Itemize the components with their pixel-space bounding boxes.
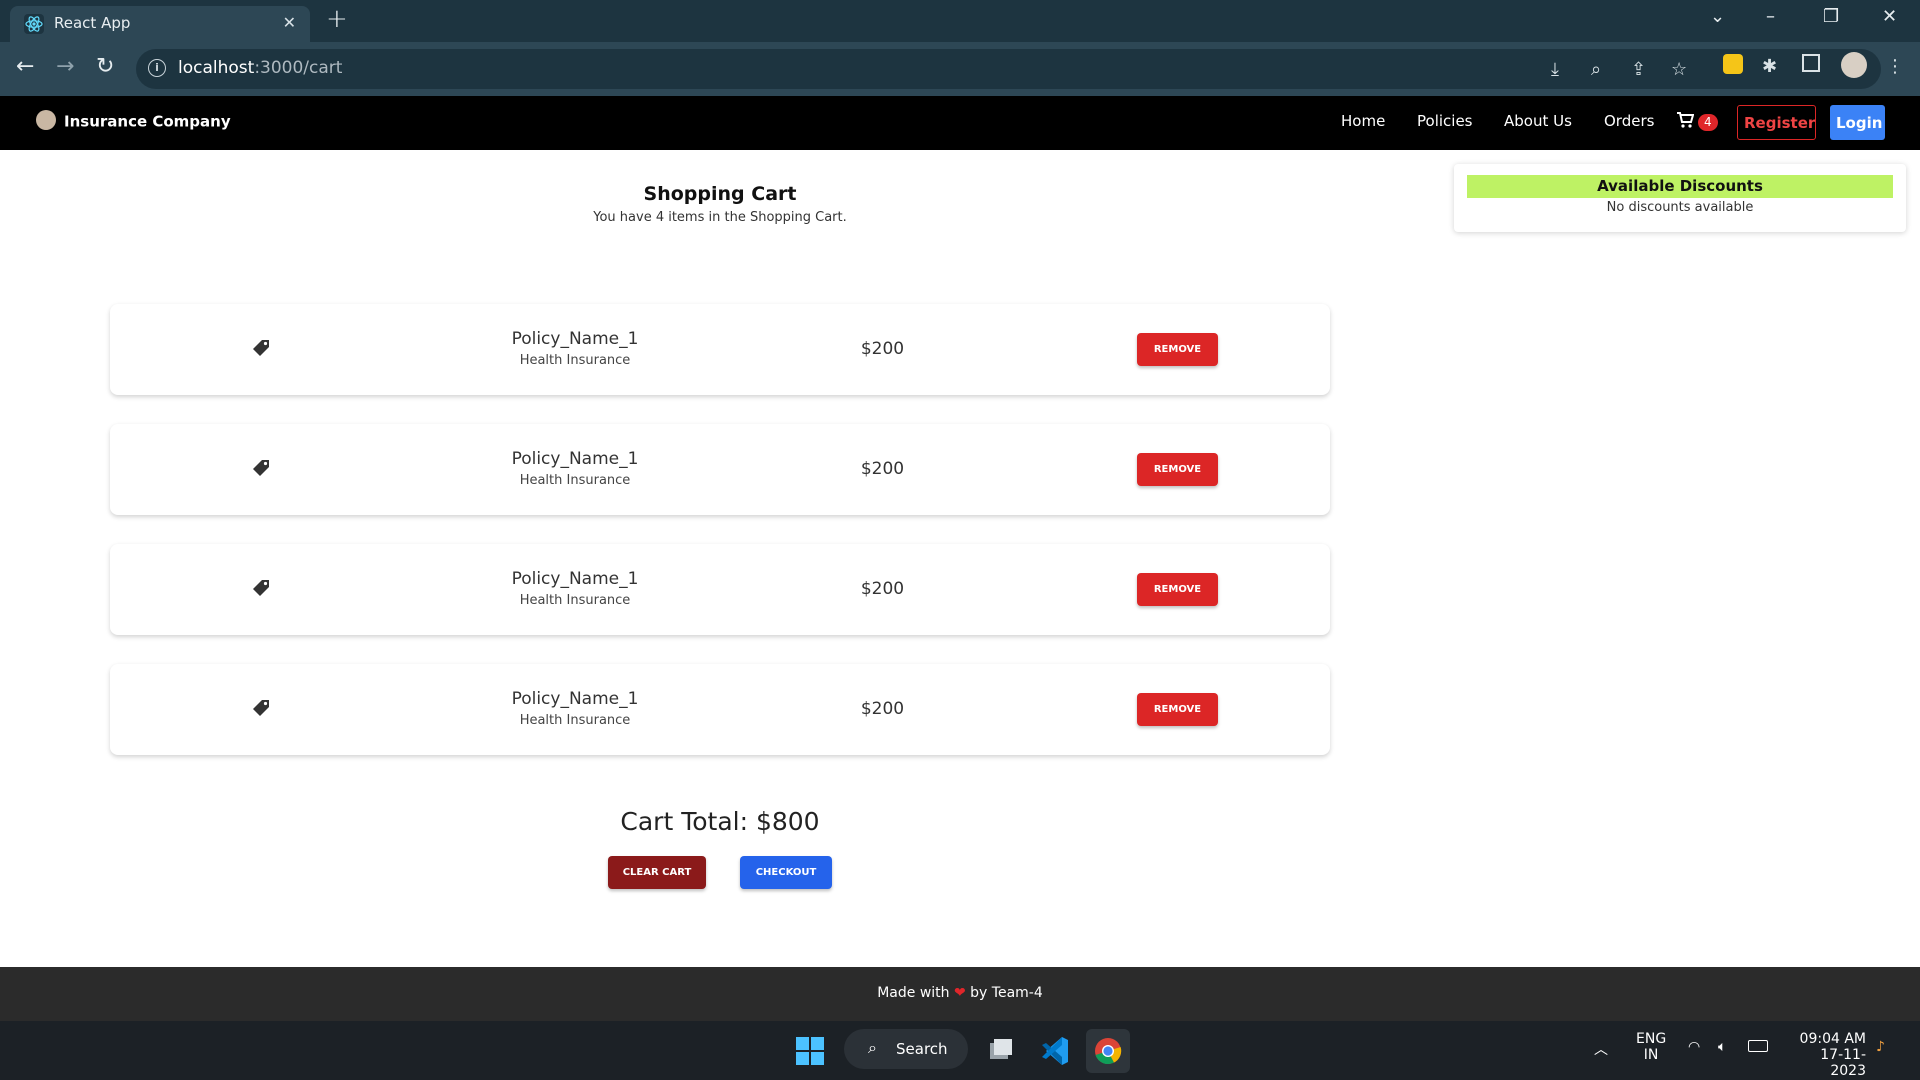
footer-by: by Team-4 — [970, 985, 1043, 1001]
windows-start-icon[interactable] — [796, 1037, 824, 1065]
remove-button[interactable]: REMOVE — [1137, 693, 1218, 726]
page-footer: Made with ❤ by Team-4 — [0, 967, 1920, 1021]
remove-button[interactable]: REMOVE — [1137, 333, 1218, 366]
close-tab-icon[interactable]: ✕ — [283, 13, 296, 32]
notification-bell-icon[interactable]: ♪ — [1876, 1039, 1885, 1055]
bookmark-star-icon[interactable]: ☆ — [1671, 59, 1687, 80]
checkout-button[interactable]: CHECKOUT — [740, 856, 832, 889]
clear-cart-button[interactable]: CLEAR CART — [608, 856, 706, 889]
extension-badge-icon[interactable] — [1723, 54, 1743, 74]
policy-price: $200 — [860, 699, 905, 719]
policy-type: Health Insurance — [519, 713, 631, 728]
company-logo-icon — [36, 110, 56, 130]
profile-avatar[interactable] — [1841, 52, 1867, 78]
remove-button[interactable]: REMOVE — [1137, 573, 1218, 606]
chrome-icon[interactable] — [1086, 1029, 1130, 1073]
taskbar-search[interactable]: ⌕ Search — [844, 1029, 968, 1069]
language-code: ENG — [1636, 1031, 1667, 1047]
nav-home[interactable]: Home — [1341, 112, 1385, 130]
cart-item: Policy_Name_1 Health Insurance $200 REMO… — [110, 664, 1330, 755]
search-icon: ⌕ — [868, 1038, 877, 1057]
browser-toolbar: ← → ↻ i localhost:3000/cart ⤓ ⌕ ⇪ ☆ ✱ ⋮ — [0, 42, 1920, 96]
page-title: Shopping Cart — [643, 183, 797, 205]
cart-count-badge: 4 — [1698, 114, 1718, 131]
clock[interactable]: 09:04 AM 17-11-2023 — [1788, 1031, 1866, 1079]
cart-subtitle: You have 4 items in the Shopping Cart. — [593, 210, 847, 225]
heart-icon: ❤ — [953, 985, 966, 1001]
zoom-icon[interactable]: ⌕ — [1591, 59, 1601, 80]
minimize-icon[interactable]: – — [1766, 6, 1775, 27]
tag-icon — [253, 700, 269, 716]
discounts-title: Available Discounts — [1467, 175, 1893, 198]
app-navbar: Insurance Company Home Policies About Us… — [0, 96, 1920, 150]
taskbar-search-label: Search — [896, 1040, 948, 1058]
policy-type: Health Insurance — [519, 353, 631, 368]
clock-date: 17-11-2023 — [1820, 1047, 1866, 1079]
discounts-message: No discounts available — [1606, 200, 1754, 215]
policy-name: Policy_Name_1 — [511, 689, 639, 709]
policy-name: Policy_Name_1 — [511, 569, 639, 589]
forward-icon[interactable]: → — [56, 54, 74, 79]
new-tab-icon[interactable]: + — [326, 4, 348, 34]
clock-time: 09:04 AM — [1799, 1031, 1866, 1047]
tag-icon — [253, 460, 269, 476]
battery-icon[interactable] — [1748, 1040, 1768, 1052]
policy-price: $200 — [860, 459, 905, 479]
cart-item: Policy_Name_1 Health Insurance $200 REMO… — [110, 424, 1330, 515]
brand-name: Insurance Company — [64, 112, 231, 131]
cart-item: Policy_Name_1 Health Insurance $200 REMO… — [110, 544, 1330, 635]
language-region: IN — [1643, 1047, 1659, 1063]
react-icon — [24, 14, 44, 34]
cart-total: Cart Total: $800 — [620, 807, 820, 836]
tab-title: React App — [54, 14, 131, 32]
discounts-panel: Available Discounts No discounts availab… — [1454, 164, 1906, 232]
policy-name: Policy_Name_1 — [511, 329, 639, 349]
language-indicator[interactable]: ENG IN — [1636, 1031, 1666, 1063]
vscode-icon[interactable] — [1032, 1029, 1076, 1073]
site-info-icon[interactable]: i — [148, 59, 166, 77]
policy-price: $200 — [860, 579, 905, 599]
close-window-icon[interactable]: ✕ — [1882, 6, 1897, 27]
back-icon[interactable]: ← — [16, 54, 34, 79]
install-icon[interactable]: ⤓ — [1551, 59, 1559, 80]
share-icon[interactable]: ⇪ — [1631, 59, 1646, 80]
restore-icon[interactable]: ❐ — [1823, 6, 1839, 27]
chevron-down-icon[interactable]: ⌄ — [1710, 6, 1725, 27]
side-panel-icon[interactable] — [1802, 54, 1820, 72]
task-view-icon[interactable] — [978, 1029, 1022, 1073]
policy-type: Health Insurance — [519, 473, 631, 488]
extensions-puzzle-icon[interactable]: ✱ — [1762, 56, 1777, 77]
cart-item: Policy_Name_1 Health Insurance $200 REMO… — [110, 304, 1330, 395]
url-text: localhost:3000/cart — [178, 58, 343, 78]
browser-tab[interactable]: React App ✕ — [10, 6, 310, 42]
policy-type: Health Insurance — [519, 593, 631, 608]
footer-made-with: Made with — [877, 985, 950, 1001]
cart-icon — [1677, 112, 1695, 128]
os-taskbar: ⌕ Search ︿ ENG IN ◠ 🔈︎ 09:04 AM 17-11-20… — [0, 1021, 1920, 1080]
address-bar[interactable]: i localhost:3000/cart ⤓ ⌕ ⇪ ☆ — [136, 49, 1881, 89]
tag-icon — [253, 580, 269, 596]
remove-button[interactable]: REMOVE — [1137, 453, 1218, 486]
policy-price: $200 — [860, 339, 905, 359]
volume-icon[interactable]: 🔈︎ — [1718, 1039, 1726, 1055]
browser-menu-icon[interactable]: ⋮ — [1886, 56, 1904, 77]
login-button[interactable]: Login — [1830, 105, 1885, 140]
reload-icon[interactable]: ↻ — [96, 54, 114, 79]
cart-link[interactable]: 4 — [1676, 111, 1718, 131]
browser-tabstrip: React App ✕ + ⌄ – ❐ ✕ — [0, 0, 1920, 42]
tag-icon — [253, 340, 269, 356]
nav-orders[interactable]: Orders — [1604, 112, 1654, 130]
register-button[interactable]: Register — [1737, 105, 1816, 140]
nav-about-us[interactable]: About Us — [1504, 112, 1572, 130]
policy-name: Policy_Name_1 — [511, 449, 639, 469]
wifi-icon[interactable]: ◠ — [1688, 1039, 1700, 1055]
nav-policies[interactable]: Policies — [1417, 112, 1472, 130]
brand[interactable]: Insurance Company — [36, 110, 231, 132]
tray-chevron-up-icon[interactable]: ︿ — [1594, 1039, 1608, 1059]
